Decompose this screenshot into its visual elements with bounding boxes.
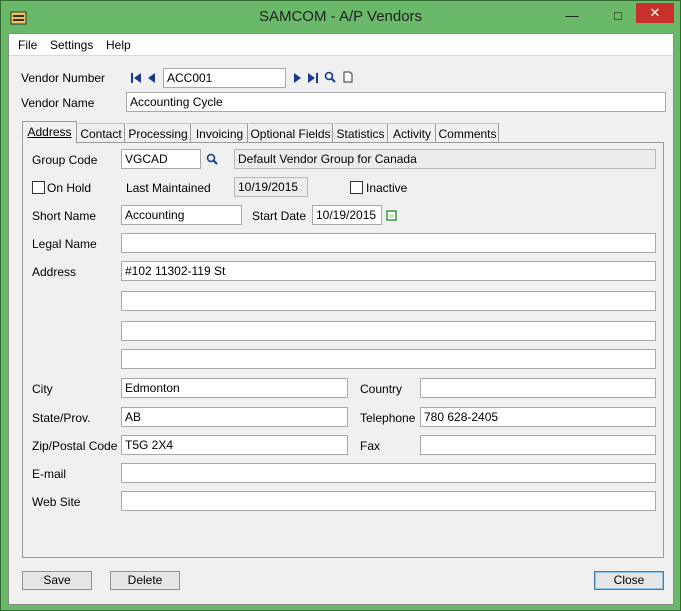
country-label: Country bbox=[360, 382, 403, 396]
address-line-4-input[interactable] bbox=[121, 349, 656, 369]
vendor-number-label: Vendor Number bbox=[21, 71, 106, 85]
zip-input[interactable]: T5G 2X4 bbox=[121, 435, 348, 455]
menu-bar: File Settings Help bbox=[9, 34, 673, 56]
email-input[interactable] bbox=[121, 463, 656, 483]
search-icon[interactable] bbox=[324, 71, 336, 83]
email-label: E-mail bbox=[32, 467, 67, 481]
tab-address-label: Address bbox=[27, 125, 72, 139]
legal-name-label: Legal Name bbox=[32, 237, 97, 251]
city-label: City bbox=[32, 382, 53, 396]
tab-processing-label: Processing bbox=[128, 127, 188, 141]
group-code-label: Group Code bbox=[32, 153, 98, 167]
short-name-label: Short Name bbox=[32, 209, 97, 223]
address-line-2-input[interactable] bbox=[121, 291, 656, 311]
app-window: SAMCOM - A/P Vendors — □ ✕ File Settings… bbox=[0, 0, 681, 611]
next-record-icon[interactable] bbox=[291, 72, 303, 84]
on-hold-checkbox[interactable] bbox=[32, 181, 45, 194]
vendor-name-label: Vendor Name bbox=[21, 96, 95, 110]
website-input[interactable] bbox=[121, 491, 656, 511]
maximize-icon[interactable]: □ bbox=[607, 7, 629, 25]
city-input[interactable]: Edmonton bbox=[121, 378, 348, 398]
legal-name-input[interactable] bbox=[121, 233, 656, 253]
tab-activity-label: Activity bbox=[392, 127, 431, 141]
calendar-icon[interactable] bbox=[386, 210, 398, 222]
tab-contact[interactable]: Contact bbox=[78, 123, 125, 143]
tab-comments[interactable]: Comments bbox=[437, 123, 499, 143]
new-document-icon[interactable] bbox=[342, 71, 354, 83]
state-label: State/Prov. bbox=[32, 411, 91, 425]
close-button[interactable]: Close bbox=[594, 571, 664, 590]
last-maintained-label: Last Maintained bbox=[126, 181, 211, 195]
menu-help[interactable]: Help bbox=[106, 38, 131, 52]
vendor-number-input[interactable]: ACC001 bbox=[163, 68, 286, 88]
title-bar[interactable]: SAMCOM - A/P Vendors — □ ✕ bbox=[1, 1, 680, 33]
fax-input[interactable] bbox=[420, 435, 656, 455]
menu-settings[interactable]: Settings bbox=[50, 38, 93, 52]
group-code-input[interactable]: VGCAD bbox=[121, 149, 201, 169]
save-button[interactable]: Save bbox=[22, 571, 92, 590]
tab-address[interactable]: Address bbox=[22, 121, 77, 144]
telephone-input[interactable]: 780 628-2405 bbox=[420, 407, 656, 427]
start-date-input[interactable]: 10/19/2015 bbox=[312, 205, 382, 225]
address-line-3-input[interactable] bbox=[121, 321, 656, 341]
last-maintained-field: 10/19/2015 bbox=[234, 177, 308, 197]
address-line-1-input[interactable]: #102 11302-119 St bbox=[121, 261, 656, 281]
client-area: File Settings Help Vendor Number ACC001 … bbox=[8, 33, 674, 605]
tab-processing[interactable]: Processing bbox=[126, 123, 191, 143]
delete-button[interactable]: Delete bbox=[110, 571, 180, 590]
previous-record-icon[interactable] bbox=[146, 72, 158, 84]
tab-invoicing[interactable]: Invoicing bbox=[192, 123, 248, 143]
tab-activity[interactable]: Activity bbox=[389, 123, 436, 143]
minimize-icon[interactable]: — bbox=[561, 7, 583, 25]
zip-label: Zip/Postal Code bbox=[32, 439, 118, 453]
close-window-icon[interactable]: ✕ bbox=[636, 3, 674, 23]
tab-statistics[interactable]: Statistics bbox=[334, 123, 388, 143]
tab-optional-fields[interactable]: Optional Fields bbox=[249, 123, 333, 143]
inactive-label: Inactive bbox=[366, 181, 408, 195]
tab-invoicing-label: Invoicing bbox=[195, 127, 244, 141]
tab-statistics-label: Statistics bbox=[336, 127, 385, 141]
tab-comments-label: Comments bbox=[438, 127, 497, 141]
inactive-checkbox[interactable] bbox=[350, 181, 363, 194]
start-date-label: Start Date bbox=[252, 209, 307, 223]
last-record-icon[interactable] bbox=[307, 72, 319, 84]
first-record-icon[interactable] bbox=[130, 72, 142, 84]
menu-file[interactable]: File bbox=[18, 38, 37, 52]
address-label: Address bbox=[32, 265, 77, 279]
vendor-name-input[interactable]: Accounting Cycle bbox=[126, 92, 666, 112]
telephone-label: Telephone bbox=[360, 411, 416, 425]
group-code-search-icon[interactable] bbox=[206, 153, 218, 165]
tab-contact-label: Contact bbox=[80, 127, 122, 141]
website-label: Web Site bbox=[32, 495, 81, 509]
tab-optional-fields-label: Optional Fields bbox=[250, 127, 331, 141]
state-input[interactable]: AB bbox=[121, 407, 348, 427]
on-hold-label: On Hold bbox=[47, 181, 92, 195]
fax-label: Fax bbox=[360, 439, 381, 453]
short-name-input[interactable]: Accounting bbox=[121, 205, 242, 225]
group-description-field: Default Vendor Group for Canada bbox=[234, 149, 656, 169]
country-input[interactable] bbox=[420, 378, 656, 398]
